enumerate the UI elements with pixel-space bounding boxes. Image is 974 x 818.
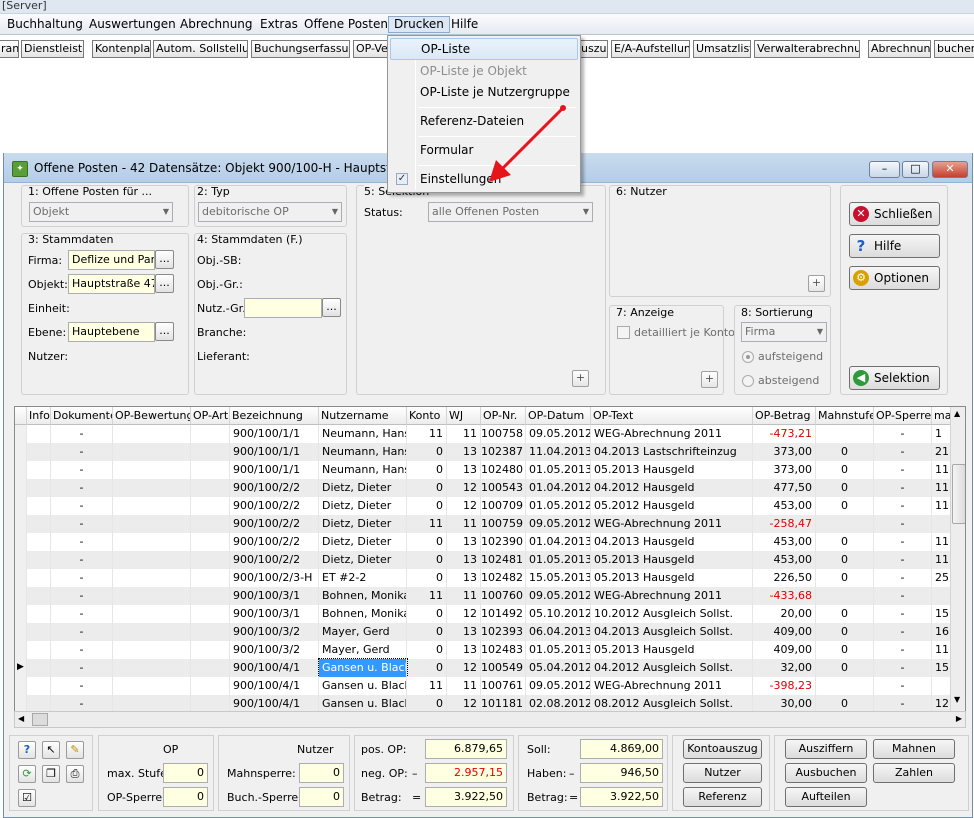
- red-arrow-annotation: [489, 105, 566, 182]
- arrow-tail-dot: [560, 105, 566, 111]
- arrow-shaft: [501, 106, 565, 170]
